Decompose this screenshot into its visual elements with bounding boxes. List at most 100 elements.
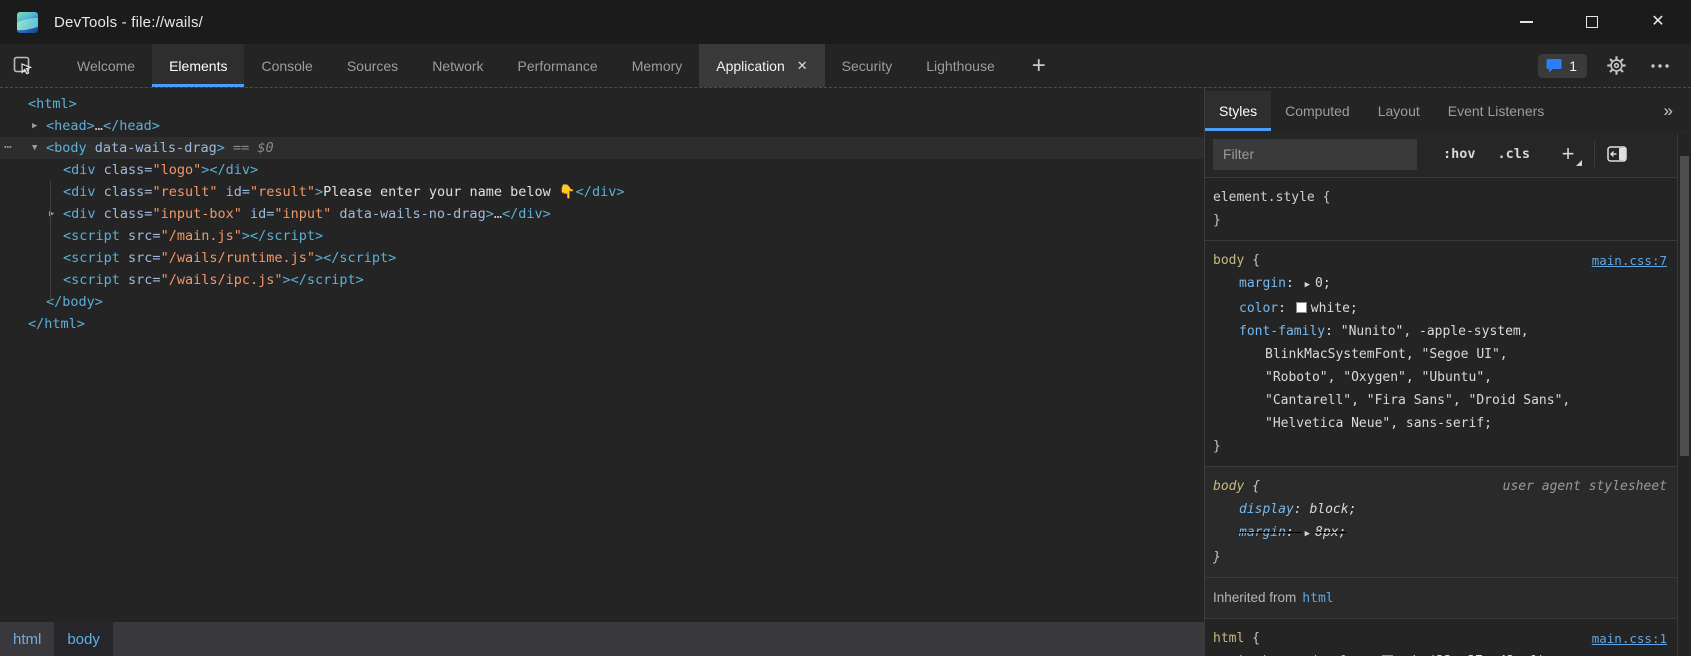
tab-lighthouse[interactable]: Lighthouse <box>909 44 1012 87</box>
expand-arrow-icon[interactable]: ▶ <box>32 115 37 137</box>
styles-tab-event-listeners[interactable]: Event Listeners <box>1434 91 1559 131</box>
breadcrumb-body[interactable]: body <box>54 622 113 656</box>
dom-tree-node[interactable]: <script src="/main.js"></script> <box>0 225 1204 247</box>
node-gutter-dots-icon[interactable]: ⋯ <box>4 137 13 159</box>
toggle-computed-sidebar-icon[interactable] <box>1607 146 1627 162</box>
tab-sources[interactable]: Sources <box>330 44 415 87</box>
tab-performance[interactable]: Performance <box>501 44 615 87</box>
inspect-element-button[interactable] <box>0 44 46 87</box>
rule-selector[interactable]: body <box>1213 253 1244 268</box>
token-tag: html <box>44 316 77 332</box>
property-value[interactable]: "Nunito", -apple-system, <box>1341 324 1529 339</box>
dom-tree-node[interactable]: ▶<head>…</head> <box>0 115 1204 137</box>
tab-elements[interactable]: Elements <box>152 44 244 87</box>
token-b: > <box>152 118 160 134</box>
css-property-font-family[interactable]: font-family: "Nunito", -apple-system,Bli… <box>1213 320 1667 435</box>
token-b: > <box>543 206 551 222</box>
property-name[interactable]: margin <box>1239 276 1286 291</box>
dom-tree-node[interactable]: <html> <box>0 93 1204 115</box>
expand-longhand-icon[interactable]: ▶ <box>1305 523 1310 546</box>
css-property-display[interactable]: display: block; <box>1213 498 1667 521</box>
token-tag: div <box>592 184 616 200</box>
toggle-classes-button[interactable]: .cls <box>1498 146 1531 162</box>
maximize-button[interactable] <box>1559 0 1625 44</box>
property-value[interactable]: 8px; <box>1315 525 1346 540</box>
token-b: > <box>250 162 258 178</box>
styles-tab-computed[interactable]: Computed <box>1271 91 1364 131</box>
tab-label: Network <box>432 58 483 74</box>
more-options-icon[interactable] <box>1645 51 1675 81</box>
token-b: > <box>616 184 624 200</box>
property-name[interactable]: color <box>1239 301 1278 316</box>
css-property-color[interactable]: color: white; <box>1213 297 1667 320</box>
css-rule-html: main.css:1 html { background-color: rgba(3… <box>1205 619 1677 656</box>
css-rule-body: main.css:7body {margin: ▶0;color: white;… <box>1205 241 1677 467</box>
css-property-margin[interactable]: margin: ▶8px; <box>1213 521 1667 546</box>
dom-tree-node[interactable]: </body> <box>0 291 1204 313</box>
rule-header: main.css:7body { <box>1213 249 1667 272</box>
dom-tree-node[interactable]: ⋯▼<body data-wails-drag> == $0 <box>0 137 1204 159</box>
toggle-element-state-button[interactable]: :hov <box>1443 146 1476 162</box>
token-b: < <box>63 162 71 178</box>
rule-selector[interactable]: body <box>1213 479 1244 494</box>
breadcrumb-html[interactable]: html <box>0 622 54 656</box>
tab-welcome[interactable]: Welcome <box>60 44 152 87</box>
property-name[interactable]: margin <box>1239 525 1286 540</box>
dom-tree-node[interactable]: <script src="/wails/ipc.js"></script> <box>0 269 1204 291</box>
tab-network[interactable]: Network <box>415 44 500 87</box>
property-value[interactable]: 0; <box>1315 276 1331 291</box>
token-val: "/wails/runtime.js" <box>161 250 315 266</box>
css-property-margin[interactable]: margin: ▶0; <box>1213 272 1667 297</box>
token-tag: head <box>119 118 152 134</box>
css-rule-element-style: element.style {} <box>1205 178 1677 241</box>
token-b: ></ <box>201 162 225 178</box>
rule-selector[interactable]: html <box>1213 631 1244 646</box>
styles-scrollbar[interactable] <box>1677 134 1691 656</box>
token-val: "logo" <box>152 162 201 178</box>
token-attr: src= <box>120 272 161 288</box>
rule-open-brace: { <box>1244 631 1260 646</box>
property-colon: : <box>1294 502 1310 517</box>
dom-tree-node[interactable]: ▶<div class="input-box" id="input" data-… <box>0 203 1204 225</box>
property-name[interactable]: display <box>1239 502 1294 517</box>
stylesheet-link[interactable]: main.css:7 <box>1592 249 1667 272</box>
tab-console[interactable]: Console <box>244 44 329 87</box>
new-style-rule-button[interactable]: + <box>1556 144 1580 164</box>
dom-tree-node[interactable]: <div class="logo"></div> <box>0 159 1204 181</box>
token-b: > <box>95 294 103 310</box>
token-tag: script <box>71 272 120 288</box>
rule-selector[interactable]: element.style <box>1213 190 1315 205</box>
property-value[interactable]: white; <box>1311 301 1358 316</box>
expand-longhand-icon[interactable]: ▶ <box>1305 274 1310 297</box>
add-tab-button[interactable]: + <box>1012 44 1066 87</box>
collapse-arrow-icon[interactable]: ▼ <box>32 137 37 159</box>
dom-tree-node[interactable]: <script src="/wails/runtime.js"></script… <box>0 247 1204 269</box>
issues-badge[interactable]: 1 <box>1538 54 1587 78</box>
close-button[interactable]: ✕ <box>1625 0 1691 44</box>
css-property-background-color[interactable]: background-color: rgba(33, 37, 43, 1); <box>1213 650 1667 656</box>
tab-memory[interactable]: Memory <box>615 44 700 87</box>
scrollbar-thumb[interactable] <box>1680 156 1689 456</box>
styles-tab-styles[interactable]: Styles <box>1205 91 1271 131</box>
property-name[interactable]: font-family <box>1239 324 1325 339</box>
styles-tab-layout[interactable]: Layout <box>1364 91 1434 131</box>
issues-count: 1 <box>1569 58 1577 74</box>
color-swatch[interactable] <box>1296 302 1307 313</box>
close-icon: ✕ <box>1651 14 1664 30</box>
tab-application[interactable]: Application✕ <box>699 44 824 87</box>
dom-breadcrumb: htmlbody <box>0 622 1204 656</box>
token-b: < <box>63 250 71 266</box>
stylesheet-link[interactable]: main.css:1 <box>1592 627 1667 650</box>
minimize-button[interactable] <box>1493 0 1559 44</box>
tab-security[interactable]: Security <box>825 44 910 87</box>
property-value[interactable]: block; <box>1309 502 1356 517</box>
more-sidebar-tabs-icon[interactable]: » <box>1646 91 1691 131</box>
dom-tree-node[interactable]: </html> <box>0 313 1204 335</box>
inherited-element-link[interactable]: html <box>1302 591 1333 606</box>
token-tag: html <box>36 96 69 112</box>
styles-filter-input[interactable] <box>1213 139 1417 170</box>
settings-gear-icon[interactable] <box>1601 51 1631 81</box>
token-tag: div <box>71 162 95 178</box>
dom-tree-node[interactable]: <div class="result" id="result">Please e… <box>0 181 1204 203</box>
close-tab-icon[interactable]: ✕ <box>797 58 808 74</box>
